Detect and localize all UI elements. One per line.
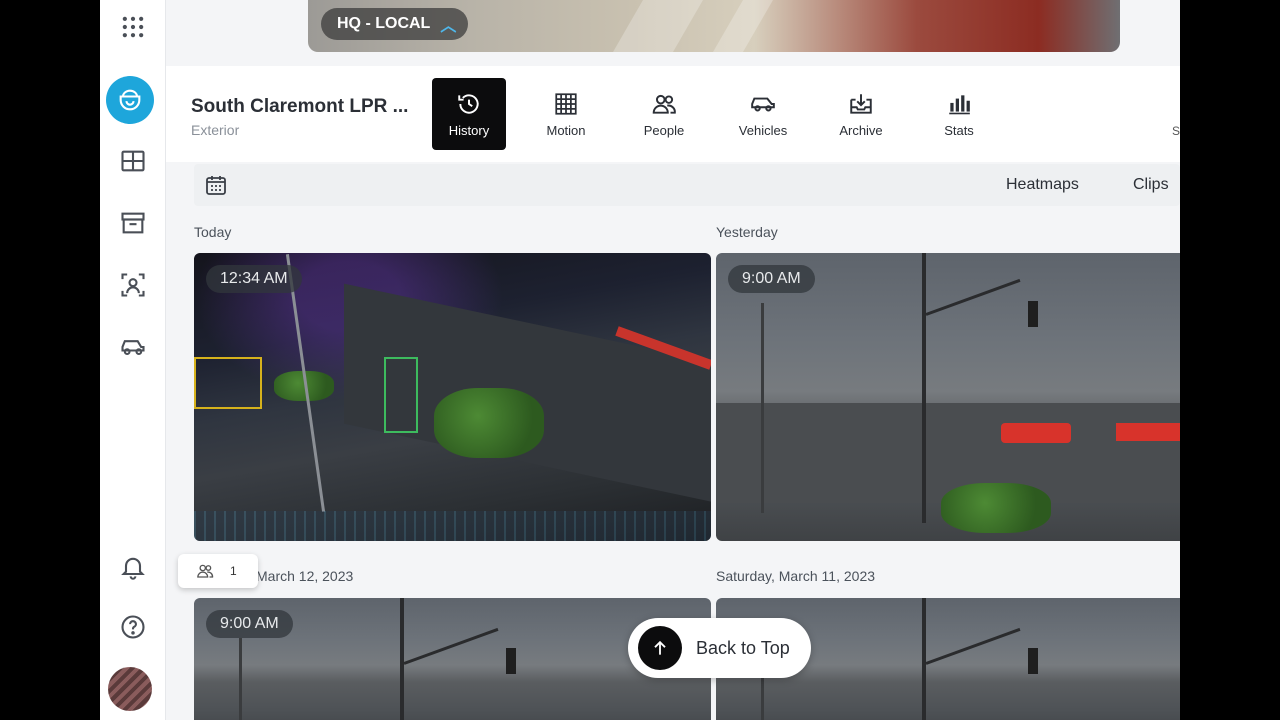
tab-label: History [448,122,490,138]
tab-label: Archive [839,122,883,138]
tab-archive[interactable]: Archive [824,78,898,150]
people-count: 1 [230,564,237,578]
help-icon[interactable] [108,604,158,650]
app-frame: HQ - LOCAL ︿ South Claremont LPR ... Ext… [100,0,1180,720]
history-toolbar: Heatmaps Clips [194,164,1180,206]
camera-header: South Claremont LPR ... Exterior History… [166,66,1180,162]
day-label: Yesterday [716,224,778,240]
day-label: March 12, 2023 [256,568,354,584]
history-icon [458,93,479,114]
tab-label: Vehicles [738,122,788,138]
camera-title: South Claremont LPR ... [191,96,409,117]
history-thumbnail[interactable]: 12:34 AM [194,253,711,541]
time-badge: 12:34 AM [206,265,302,293]
apps-grid-icon[interactable] [108,4,158,50]
calendar-icon[interactable] [204,173,228,197]
day-label: Today [194,224,232,240]
people-count-popover[interactable]: 1 [178,554,258,588]
camera-subtitle: Exterior [191,122,240,138]
arrow-up-icon [638,626,682,670]
person-detect-icon[interactable] [108,262,158,308]
avatar[interactable] [108,667,152,711]
history-thumbnail[interactable]: 9:00 AM [716,253,1180,541]
archive-download-icon [850,93,872,114]
tab-label: Stats [944,122,974,138]
tab-motion[interactable]: Motion [529,78,603,150]
time-badge: 9:00 AM [206,610,293,638]
vehicle-icon [751,97,775,111]
location-label: HQ - LOCAL [337,15,431,32]
vehicle-icon[interactable] [108,324,158,370]
tab-history[interactable]: History [432,78,506,150]
sidebar [100,0,166,720]
location-selector[interactable]: HQ - LOCAL ︿ [321,8,469,40]
back-to-top-button[interactable]: Back to Top [628,618,811,678]
day-label: Saturday, March 11, 2023 [716,568,876,584]
people-icon [197,564,214,578]
header-truncated-item[interactable]: S [1172,124,1180,138]
people-icon [652,94,676,114]
camera-dome-icon[interactable] [106,76,154,124]
heatmaps-link[interactable]: Heatmaps [1006,176,1079,194]
tab-stats[interactable]: Stats [922,78,996,150]
tab-label: People [643,122,685,138]
back-to-top-label: Back to Top [696,637,790,658]
layout-grid-icon[interactable] [108,138,158,184]
bell-icon[interactable] [108,544,158,590]
archive-box-icon[interactable] [108,200,158,246]
chevron-up-icon: ︿ [440,18,457,35]
motion-timeline[interactable] [194,511,711,541]
time-badge: 9:00 AM [728,265,815,293]
motion-grid-icon [555,92,577,115]
stats-icon [949,94,970,114]
tab-label: Motion [546,122,586,138]
clips-link[interactable]: Clips [1133,176,1169,194]
tab-vehicles[interactable]: Vehicles [726,78,800,150]
tab-people[interactable]: People [627,78,701,150]
